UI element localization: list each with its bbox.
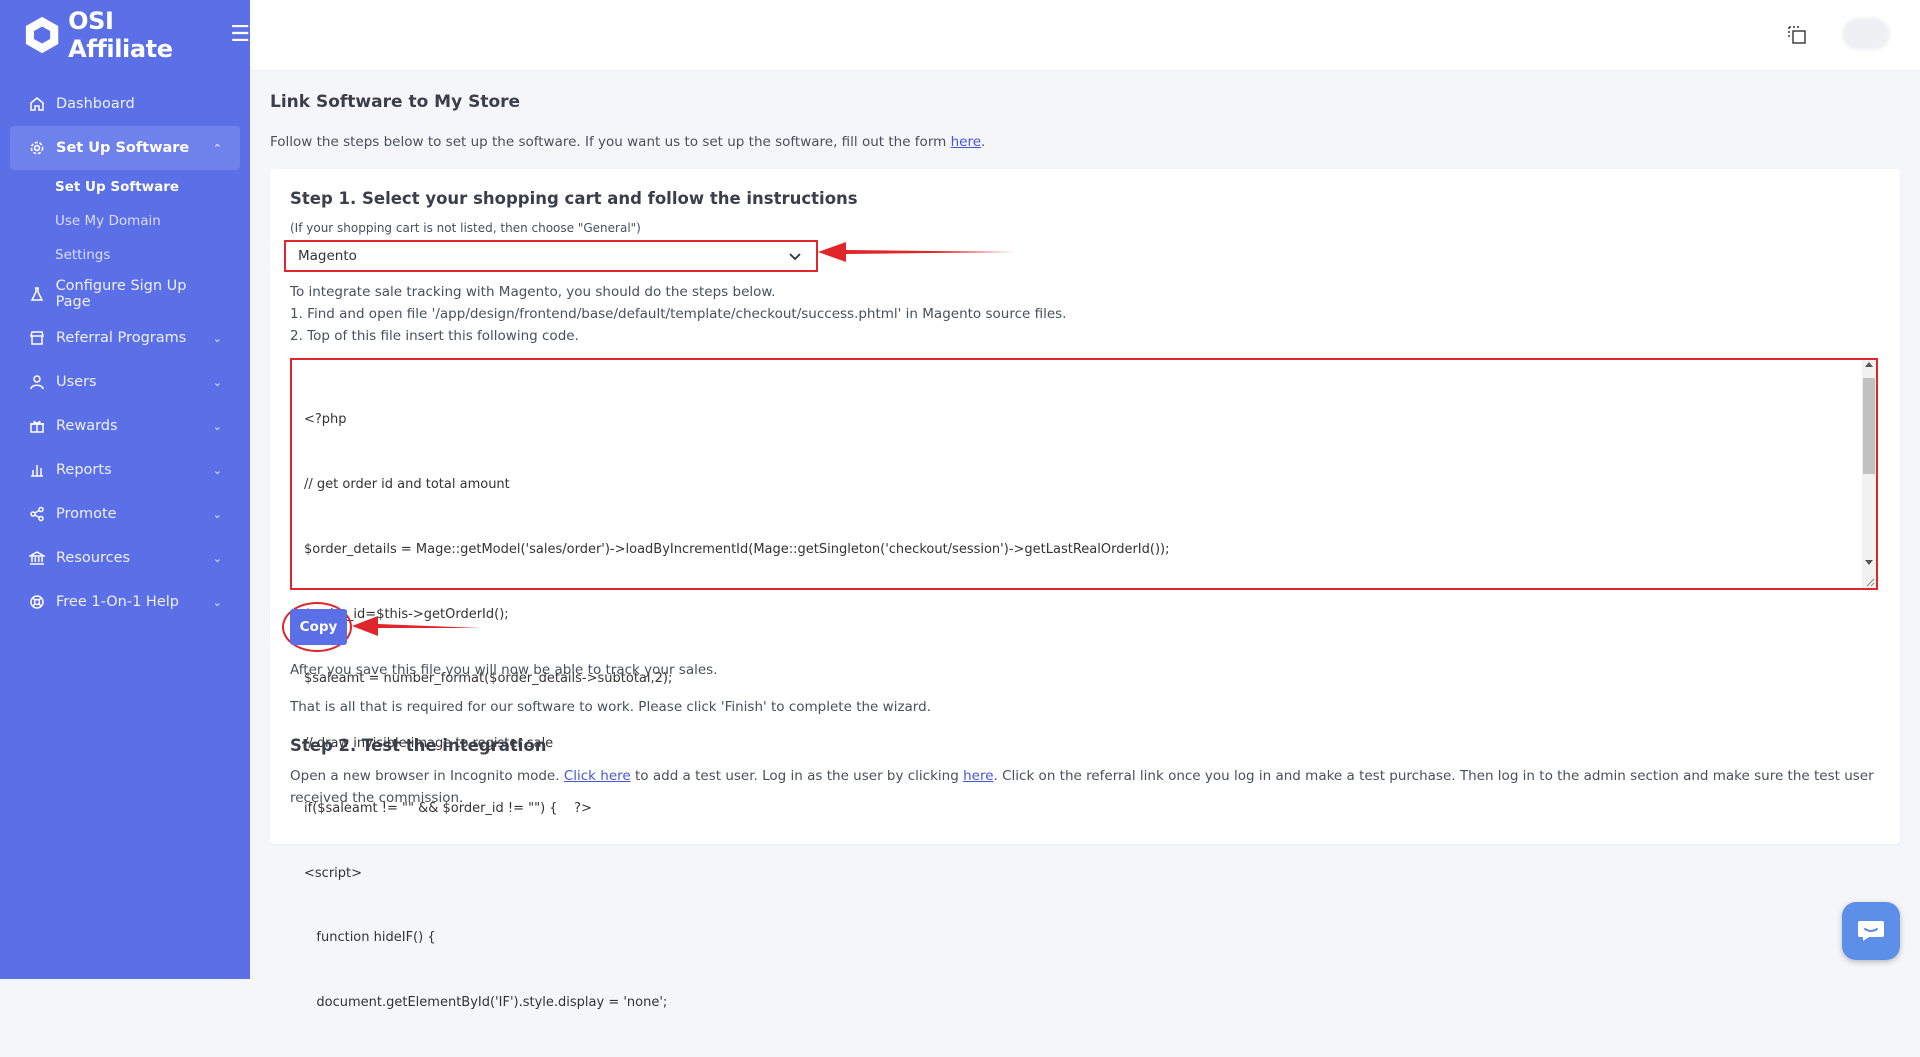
copy-window-icon[interactable] [1786,24,1808,46]
sidebar-subitem-set-up-software[interactable]: Set Up Software [0,170,250,204]
sidebar: OSI Affiliate ☰ Dashboard Set Up Softwar… [0,0,250,979]
sidebar-item-label: Rewards [56,418,118,434]
sidebar-item-reports[interactable]: Reports ⌄ [10,448,240,492]
chevron-down-icon: ⌄ [212,507,222,521]
intro-text-end: . [981,134,986,150]
brand[interactable]: OSI Affiliate ☰ [0,0,250,70]
shopping-cart-select[interactable]: Magento [284,240,818,272]
step1-title: Step 1. Select your shopping cart and fo… [290,189,858,208]
chevron-down-icon: ⌄ [212,463,222,477]
flask-icon [28,285,46,303]
sidebar-item-configure-sign-up-page[interactable]: Configure Sign Up Page [10,272,240,316]
sidebar-subitem-use-my-domain[interactable]: Use My Domain [0,204,250,238]
scroll-down-arrow-icon[interactable] [1865,560,1873,565]
sidebar-item-label: Reports [56,462,112,478]
user-icon [28,373,46,391]
step2-text: Open a new browser in Incognito mode. Cl… [290,765,1880,809]
step2-text-part: to add a test user. Log in as the user b… [630,768,964,784]
sidebar-item-set-up-software[interactable]: Set Up Software ⌃ [10,126,240,170]
add-test-user-link[interactable]: Click here [564,768,631,784]
chevron-down-icon: ⌄ [212,419,222,433]
gear-icon [28,139,46,157]
page-title: Link Software to My Store [270,92,521,112]
copy-annotation-arrow [352,616,480,636]
code-line: document.getElementById('IF').style.disp… [304,995,668,1011]
chat-bubble-icon [1858,921,1884,941]
copy-button[interactable]: Copy [290,609,347,645]
sidebar-item-users[interactable]: Users ⌄ [10,360,240,404]
code-line: function hideIF() { [304,930,436,946]
bar-chart-icon [28,461,46,479]
sidebar-item-resources[interactable]: Resources ⌄ [10,536,240,580]
sidebar-item-promote[interactable]: Promote ⌄ [10,492,240,536]
code-line: // get order id and total amount [304,476,510,492]
home-icon [28,95,46,113]
bank-icon [28,549,46,567]
sidebar-item-dashboard[interactable]: Dashboard [10,82,240,126]
code-line: <?php [304,412,347,428]
chevron-down-icon: ⌄ [212,331,222,345]
resize-grip-icon[interactable] [1865,577,1875,587]
sidebar-item-label: Referral Programs [56,330,187,346]
all-required-text: That is all that is required for our sof… [290,699,931,715]
store-icon [28,329,46,347]
step2-title: Step 2. Test the integration [290,736,547,755]
select-annotation-arrow [818,242,1014,262]
code-line: <script> [304,865,363,881]
sidebar-item-rewards[interactable]: Rewards ⌄ [10,404,240,448]
setup-form-link[interactable]: here [951,134,981,150]
chevron-down-icon: ⌄ [212,375,222,389]
after-save-text: After you save this file you will now be… [290,662,718,678]
share-icon [28,505,46,523]
step1-hint: (If your shopping cart is not listed, th… [290,221,641,235]
sidebar-subitem-settings[interactable]: Settings [0,238,250,272]
integration-instructions: To integrate sale tracking with Magento,… [290,281,1066,347]
sidebar-item-label: Dashboard [56,96,135,112]
sidebar-item-label: Users [56,374,97,390]
instruction-line: 1. Find and open file '/app/design/front… [290,306,1067,322]
code-textarea[interactable]: <?php // get order id and total amount $… [290,358,1878,1010]
intro-text-body: Follow the steps below to set up the sof… [270,134,951,150]
intro-text: Follow the steps below to set up the sof… [270,134,1900,150]
code-line: $order_details = Mage::getModel('sales/o… [304,541,1170,557]
top-bar [250,0,1920,71]
chevron-down-icon: ⌄ [212,551,222,565]
sidebar-item-free-help[interactable]: Free 1-On-1 Help ⌄ [10,580,240,624]
scroll-up-arrow-icon[interactable] [1865,362,1873,367]
chevron-down-icon [789,253,801,261]
hamburger-menu-icon[interactable]: ☰ [230,24,250,46]
login-as-user-link[interactable]: here [963,768,993,784]
gift-icon [28,417,46,435]
chevron-up-icon: ⌃ [212,141,222,155]
sidebar-item-label: Set Up Software [56,140,190,156]
chevron-down-icon: ⌄ [212,595,222,609]
setup-card: Step 1. Select your shopping cart and fo… [270,169,1900,1010]
sidebar-item-label: Configure Sign Up Page [55,278,187,310]
sidebar-item-label: Promote [56,506,117,522]
lifebuoy-icon [28,593,46,611]
instruction-line: 2. Top of this file insert this followin… [290,328,579,344]
hexagon-logo-icon [25,16,59,54]
chat-button[interactable] [1842,902,1900,960]
main-content: Link Software to My Store Follow the ste… [270,70,1900,1010]
code-scrollbar[interactable] [1862,360,1876,588]
sidebar-item-referral-programs[interactable]: Referral Programs ⌄ [10,316,240,360]
scroll-thumb[interactable] [1863,378,1875,474]
sidebar-item-label: Resources [56,550,131,566]
shopping-cart-select-value: Magento [298,248,357,264]
sidebar-nav: Dashboard Set Up Software ⌃ Set Up Softw… [0,82,250,624]
avatar[interactable] [1842,18,1890,50]
sidebar-item-label: Free 1-On-1 Help [56,594,179,610]
instruction-line: To integrate sale tracking with Magento,… [290,284,776,300]
brand-name: OSI Affiliate [68,7,173,63]
step2-text-part: Open a new browser in Incognito mode. [290,768,564,784]
